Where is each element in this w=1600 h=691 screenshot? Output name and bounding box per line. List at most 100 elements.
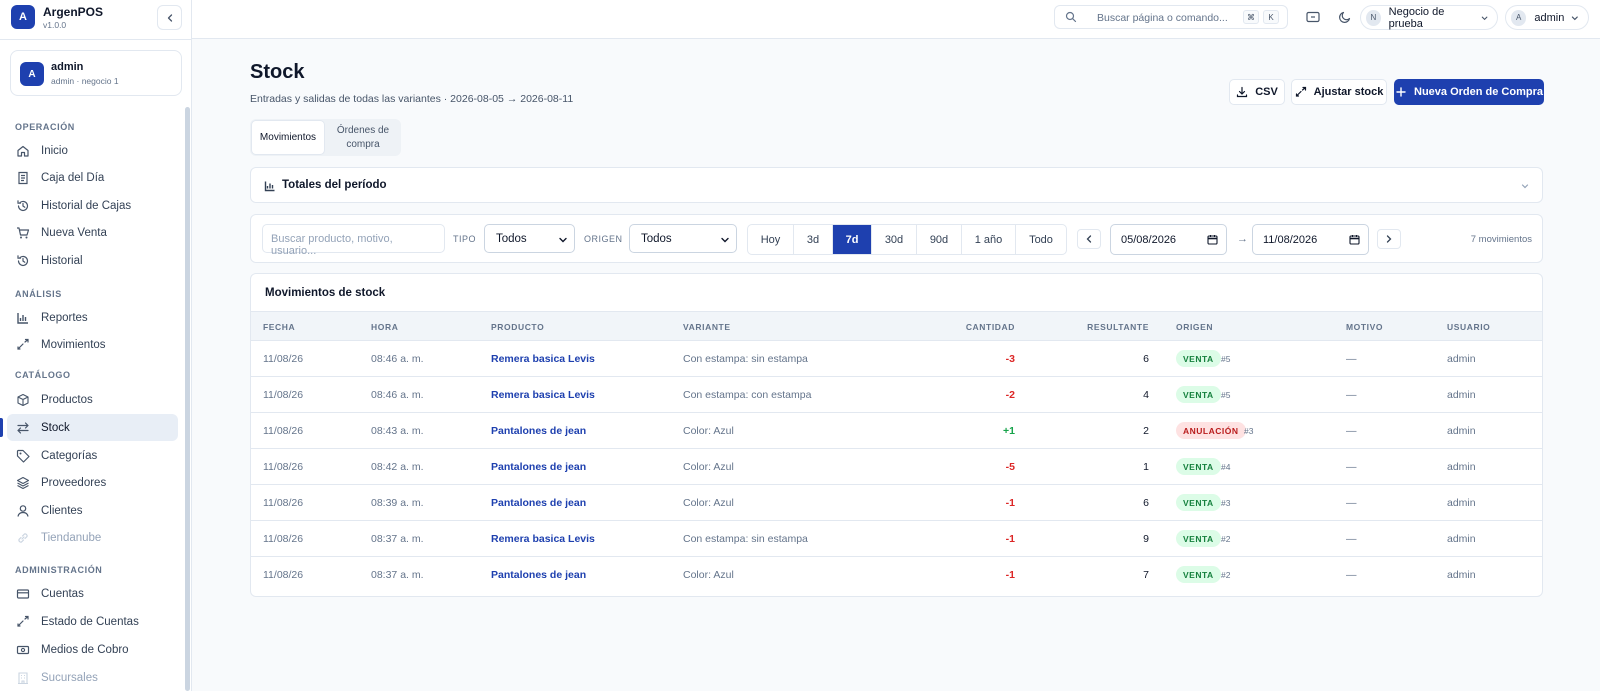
cell-fecha: 11/08/26 <box>263 569 304 581</box>
cell-producto-link[interactable]: Pantalones de jean <box>491 425 586 437</box>
tipo-select[interactable]: Todos <box>484 224 575 253</box>
business-name: Negocio de prueba <box>1388 5 1445 30</box>
table-row[interactable]: 11/08/26 08:42 a. m. Pantalones de jean … <box>251 449 1542 485</box>
sidebar-item-stock[interactable]: Stock <box>0 414 178 441</box>
export-csv-button[interactable]: CSV <box>1229 79 1285 105</box>
sidebar-item-cuentas[interactable]: Cuentas <box>7 580 178 607</box>
origin-ref[interactable]: #5 <box>1221 390 1230 400</box>
cell-producto-link[interactable]: Pantalones de jean <box>491 569 586 581</box>
sidebar-item-inicio[interactable]: Inicio <box>7 137 178 164</box>
sidebar-item-label: Estado de Cuentas <box>41 615 139 628</box>
movement-search-input[interactable]: Buscar producto, motivo, usuario... <box>262 224 445 257</box>
table-row[interactable]: 11/08/26 08:46 a. m. Remera basica Levis… <box>251 341 1542 377</box>
sidebar-item-caja-del-dia[interactable]: Caja del Día <box>7 164 178 191</box>
date-from-input[interactable]: 05/08/2026 <box>1110 224 1227 255</box>
calendar-icon[interactable] <box>1349 234 1360 245</box>
sidebar-item-label: Reportes <box>41 311 88 324</box>
sidebar-item-historial[interactable]: Historial <box>7 247 178 274</box>
sidebar-item-reportes[interactable]: Reportes <box>7 304 178 331</box>
cell-hora: 08:37 a. m. <box>371 533 424 545</box>
cell-variante: Con estampa: sin estampa <box>683 353 808 365</box>
filters-bar: Buscar producto, motivo, usuario... TIPO… <box>250 214 1543 263</box>
totals-panel[interactable]: Totales del período <box>250 167 1543 203</box>
col-fecha[interactable]: FECHA <box>263 322 295 332</box>
command-search-input[interactable]: Buscar página o comando... ⌘ K <box>1054 5 1288 29</box>
brand[interactable]: A ArgenPOS v1.0.0 <box>11 5 181 35</box>
col-origen[interactable]: ORIGEN <box>1176 322 1213 332</box>
cell-producto-link[interactable]: Pantalones de jean <box>491 461 586 473</box>
range-7d[interactable]: 7d <box>833 225 872 254</box>
cell-producto-link[interactable]: Pantalones de jean <box>491 497 586 509</box>
table-row[interactable]: 11/08/26 08:37 a. m. Remera basica Levis… <box>251 521 1542 557</box>
cell-producto-link[interactable]: Remera basica Levis <box>491 353 595 365</box>
sidebar-item-estado-de-cuentas[interactable]: Estado de Cuentas <box>7 608 178 635</box>
table-row[interactable]: 11/08/26 08:43 a. m. Pantalones de jean … <box>251 413 1542 449</box>
sidebar-item-categorias[interactable]: Categorías <box>7 442 178 469</box>
sidebar-item-medios-de-cobro[interactable]: Medios de Cobro <box>7 636 178 663</box>
sidebar-item-nueva-venta[interactable]: Nueva Venta <box>7 219 178 246</box>
col-variante[interactable]: VARIANTE <box>683 322 731 332</box>
calendar-icon[interactable] <box>1207 234 1218 245</box>
collapse-sidebar-button[interactable] <box>157 5 182 30</box>
date-to-input[interactable]: 11/08/2026 <box>1252 224 1369 255</box>
range-30d[interactable]: 30d <box>872 225 917 254</box>
adjust-stock-button[interactable]: Ajustar stock <box>1291 79 1387 105</box>
tab-movimientos[interactable]: Movimientos <box>251 120 325 155</box>
sidebar-item-tiendanube[interactable]: Tiendanube <box>7 524 178 551</box>
moon-icon[interactable] <box>1337 9 1353 25</box>
col-motivo[interactable]: MOTIVO <box>1346 322 1383 332</box>
business-selector[interactable]: N Negocio de prueba <box>1360 5 1498 30</box>
sidebar-scrollbar[interactable] <box>185 107 190 691</box>
range-3d[interactable]: 3d <box>794 225 833 254</box>
range-1-ano[interactable]: 1 año <box>962 225 1016 254</box>
cell-motivo: — <box>1346 497 1357 509</box>
cell-usuario: admin <box>1447 569 1476 581</box>
origin-ref[interactable]: #2 <box>1221 570 1230 580</box>
origen-select[interactable]: Todos <box>629 224 737 253</box>
cell-producto-link[interactable]: Remera basica Levis <box>491 533 595 545</box>
cell-cantidad: -2 <box>1005 389 1015 401</box>
col-usuario[interactable]: USUARIO <box>1447 322 1490 332</box>
cell-producto-link[interactable]: Remera basica Levis <box>491 389 595 401</box>
sidebar-item-historial-de-cajas[interactable]: Historial de Cajas <box>7 192 178 219</box>
origin-ref[interactable]: #2 <box>1221 534 1230 544</box>
next-period-button[interactable] <box>1377 229 1401 249</box>
sidebar-item-movimientos[interactable]: Movimientos <box>7 331 178 358</box>
cell-hora: 08:37 a. m. <box>371 569 424 581</box>
sidebar-item-proveedores[interactable]: Proveedores <box>7 469 178 496</box>
sidebar-item-clientes[interactable]: Clientes <box>7 497 178 524</box>
user-menu[interactable]: A admin <box>1505 5 1589 30</box>
col-resultante[interactable]: RESULTANTE <box>1087 322 1149 332</box>
origin-ref[interactable]: #5 <box>1221 354 1230 364</box>
cell-fecha: 11/08/26 <box>263 533 304 545</box>
col-producto[interactable]: PRODUCTO <box>491 322 544 332</box>
cell-resultante: 4 <box>1143 389 1149 401</box>
range-todo[interactable]: Todo <box>1016 225 1066 254</box>
page-title: Stock <box>250 61 305 83</box>
sidebar-item-productos[interactable]: Productos <box>7 386 178 413</box>
col-hora[interactable]: HORA <box>371 322 398 332</box>
adjust-stock-label: Ajustar stock <box>1313 86 1384 98</box>
cell-cantidad: -3 <box>1005 353 1015 365</box>
range-hoy[interactable]: Hoy <box>748 225 794 254</box>
sidebar-item-sucursales[interactable]: Sucursales <box>7 664 178 691</box>
tab-ordenes-de-compra[interactable]: Órdenes de compra <box>328 119 398 156</box>
origin-ref[interactable]: #4 <box>1221 462 1230 472</box>
chevron-right-icon <box>1386 235 1392 243</box>
table-row[interactable]: 11/08/26 08:37 a. m. Pantalones de jean … <box>251 557 1542 593</box>
dollar-card-icon[interactable] <box>1305 9 1321 25</box>
origin-badge: VENTA <box>1176 458 1221 475</box>
table-row[interactable]: 11/08/26 08:39 a. m. Pantalones de jean … <box>251 485 1542 521</box>
table-row[interactable]: 11/08/26 08:46 a. m. Remera basica Levis… <box>251 377 1542 413</box>
cell-fecha: 11/08/26 <box>263 389 304 401</box>
origin-ref[interactable]: #3 <box>1221 498 1230 508</box>
cell-variante: Color: Azul <box>683 569 734 581</box>
col-cantidad[interactable]: CANTIDAD <box>966 322 1015 332</box>
prev-period-button[interactable] <box>1077 229 1101 249</box>
range-90d[interactable]: 90d <box>917 225 962 254</box>
plus-icon <box>1396 87 1406 97</box>
user-card[interactable]: A admin admin · negocio 1 <box>10 50 182 96</box>
new-purchase-order-button[interactable]: Nueva Orden de Compra <box>1394 79 1544 105</box>
trend-arrows-icon <box>17 338 29 350</box>
origin-ref[interactable]: #3 <box>1244 426 1253 436</box>
